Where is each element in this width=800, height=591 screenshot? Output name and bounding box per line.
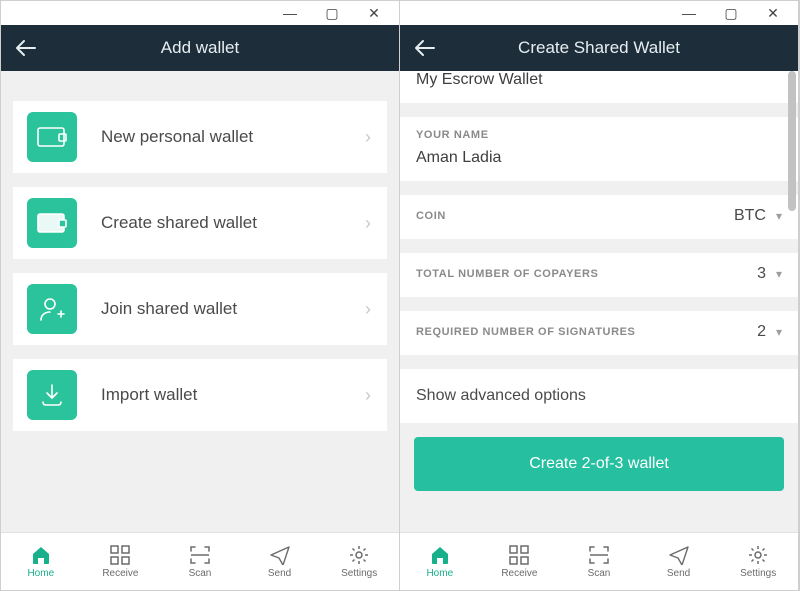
send-icon: [668, 544, 690, 566]
field-label: TOTAL NUMBER OF COPAYERS: [416, 268, 598, 280]
download-icon: [27, 370, 77, 420]
your-name-field[interactable]: YOUR NAME Aman Ladia: [400, 117, 798, 181]
send-icon: [269, 544, 291, 566]
nav-settings[interactable]: Settings: [319, 533, 399, 590]
options-list: New personal wallet › Create shared wall…: [1, 71, 399, 532]
nav-receive[interactable]: Receive: [81, 533, 161, 590]
qr-icon: [110, 544, 130, 566]
field-label: YOUR NAME: [416, 129, 782, 141]
option-label: Create shared wallet: [101, 213, 365, 233]
minimize-button[interactable]: —: [283, 5, 297, 21]
chevron-down-icon: ▾: [776, 325, 782, 339]
nav-label: Send: [667, 568, 690, 579]
nav-send[interactable]: Send: [240, 533, 320, 590]
bottom-nav: Home Receive Scan Send Settings: [1, 532, 399, 590]
chevron-down-icon: ▾: [776, 209, 782, 223]
nav-label: Scan: [588, 568, 611, 579]
signatures-field[interactable]: REQUIRED NUMBER OF SIGNATURES 2 ▾: [400, 311, 798, 355]
option-label: Join shared wallet: [101, 299, 365, 319]
chevron-right-icon: ›: [365, 385, 371, 406]
minimize-button[interactable]: —: [682, 5, 696, 21]
nav-settings[interactable]: Settings: [718, 533, 798, 590]
nav-label: Home: [27, 568, 54, 579]
option-new-personal-wallet[interactable]: New personal wallet ›: [13, 101, 387, 173]
create-wallet-button[interactable]: Create 2-of-3 wallet: [414, 437, 784, 491]
home-icon: [30, 544, 52, 566]
scrollbar[interactable]: [788, 71, 796, 211]
option-join-shared-wallet[interactable]: Join shared wallet ›: [13, 273, 387, 345]
back-button[interactable]: [414, 39, 442, 57]
wallet-name-field[interactable]: My Escrow Wallet: [400, 71, 798, 103]
nav-send[interactable]: Send: [639, 533, 719, 590]
arrow-left-icon: [15, 39, 37, 57]
scan-icon: [189, 544, 211, 566]
option-label: New personal wallet: [101, 127, 365, 147]
scan-icon: [588, 544, 610, 566]
nav-label: Home: [426, 568, 453, 579]
nav-label: Receive: [501, 568, 537, 579]
nav-label: Settings: [740, 568, 776, 579]
user-plus-icon: [27, 284, 77, 334]
window-controls: — ▢ ✕: [1, 1, 399, 25]
nav-label: Settings: [341, 568, 377, 579]
nav-label: Scan: [189, 568, 212, 579]
nav-scan[interactable]: Scan: [559, 533, 639, 590]
nav-label: Receive: [102, 568, 138, 579]
left-window: — ▢ ✕ Add wallet New personal wallet › C…: [1, 1, 400, 590]
coin-field[interactable]: COIN BTC ▾: [400, 195, 798, 239]
page-title: Add wallet: [1, 38, 399, 58]
option-create-shared-wallet[interactable]: Create shared wallet ›: [13, 187, 387, 259]
qr-icon: [509, 544, 529, 566]
field-label: COIN: [416, 210, 446, 222]
wallet-name-value: My Escrow Wallet: [416, 71, 782, 89]
nav-home[interactable]: Home: [400, 533, 480, 590]
arrow-left-icon: [414, 39, 436, 57]
advanced-label: Show advanced options: [416, 387, 586, 404]
chevron-right-icon: ›: [365, 299, 371, 320]
gear-icon: [748, 544, 768, 566]
form-area: My Escrow Wallet YOUR NAME Aman Ladia CO…: [400, 71, 798, 532]
maximize-button[interactable]: ▢: [724, 5, 738, 22]
nav-label: Send: [268, 568, 291, 579]
signatures-value: 2: [757, 323, 766, 341]
coin-value: BTC: [734, 207, 766, 225]
wallet-icon: [27, 112, 77, 162]
back-button[interactable]: [15, 39, 43, 57]
bottom-nav: Home Receive Scan Send Settings: [400, 532, 798, 590]
nav-scan[interactable]: Scan: [160, 533, 240, 590]
close-button[interactable]: ✕: [766, 5, 780, 22]
option-label: Import wallet: [101, 385, 365, 405]
field-label: REQUIRED NUMBER OF SIGNATURES: [416, 326, 635, 338]
window-controls: — ▢ ✕: [400, 1, 798, 25]
advanced-options[interactable]: Show advanced options: [400, 369, 798, 423]
nav-home[interactable]: Home: [1, 533, 81, 590]
copayers-field[interactable]: TOTAL NUMBER OF COPAYERS 3 ▾: [400, 253, 798, 297]
gear-icon: [349, 544, 369, 566]
create-button-label: Create 2-of-3 wallet: [529, 455, 669, 473]
option-import-wallet[interactable]: Import wallet ›: [13, 359, 387, 431]
nav-receive[interactable]: Receive: [480, 533, 560, 590]
wallet-shared-icon: [27, 198, 77, 248]
app-header: Add wallet: [1, 25, 399, 71]
right-window: — ▢ ✕ Create Shared Wallet My Escrow Wal…: [400, 1, 799, 590]
maximize-button[interactable]: ▢: [325, 5, 339, 22]
your-name-value: Aman Ladia: [416, 149, 782, 167]
chevron-right-icon: ›: [365, 213, 371, 234]
chevron-right-icon: ›: [365, 127, 371, 148]
chevron-down-icon: ▾: [776, 267, 782, 281]
page-title: Create Shared Wallet: [400, 38, 798, 58]
home-icon: [429, 544, 451, 566]
copayers-value: 3: [757, 265, 766, 283]
close-button[interactable]: ✕: [367, 5, 381, 22]
app-header: Create Shared Wallet: [400, 25, 798, 71]
